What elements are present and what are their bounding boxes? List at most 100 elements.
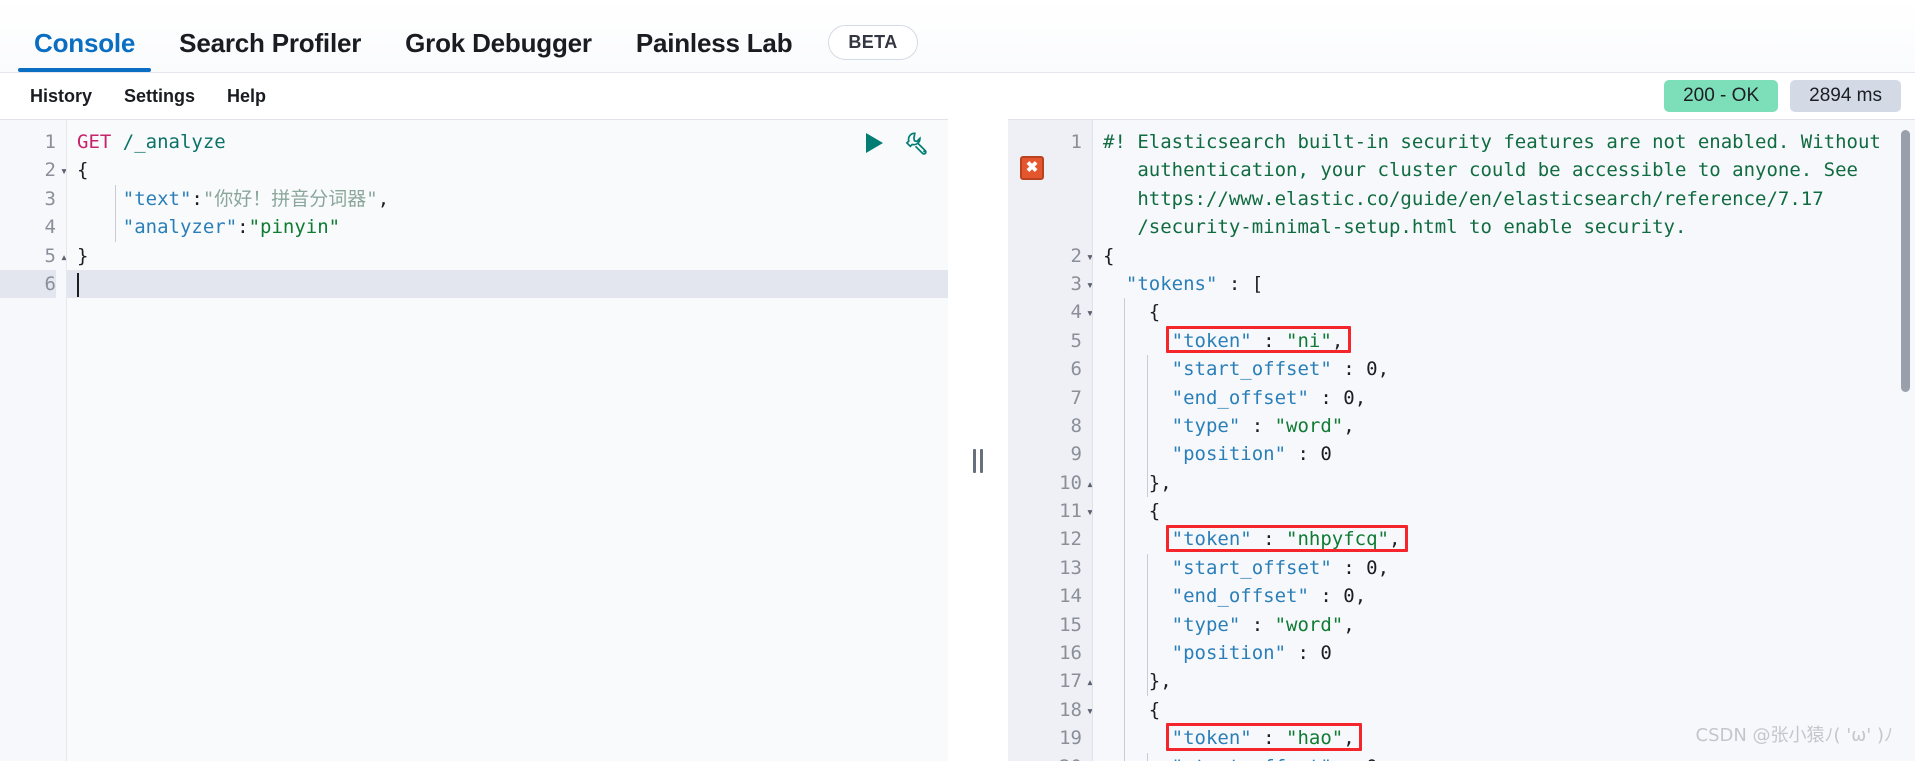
line-number [1008, 156, 1082, 184]
line-number: 4 [44, 216, 56, 239]
response-pane[interactable]: ✖12▾3▾4▾5678910▴11▾121314151617▴18▾19202… [1008, 119, 1915, 761]
response-code-line: "token" : "ni", [1171, 329, 1344, 352]
line-number: 10 ▴ [1008, 469, 1094, 497]
line-number: 9 [1070, 443, 1082, 466]
response-code-wrap: ✖12▾3▾4▾5678910▴11▾121314151617▴18▾19202… [1008, 120, 1915, 761]
response-code-line: "start_offset" : 0, [1171, 556, 1390, 579]
line-number: 6 [0, 269, 56, 299]
subnav-item-settings[interactable]: Settings [108, 87, 211, 105]
response-code-line: }, [1148, 471, 1172, 494]
grip-bar-right [980, 449, 983, 473]
response-code-line: { [1148, 698, 1161, 721]
response-code-line: { [1103, 244, 1115, 267]
response-code-line: "position" : 0 [1171, 642, 1332, 665]
response-code-line: "type" : "word", [1171, 613, 1355, 636]
status-badge-code: 200 - OK [1664, 80, 1779, 112]
request-code-wrap: 1 2 ▾ 3 4 5 ▴ 6 GET /_analyze { "text":"你好！拼音分词器… [0, 120, 948, 761]
tab-search-profiler-label: Search Profiler [179, 28, 362, 58]
response-scrollbar-thumb[interactable] [1901, 130, 1910, 392]
response-code-line: "end_offset" : 0, [1171, 585, 1367, 608]
tab-painless-lab[interactable]: Painless Lab [614, 30, 815, 72]
code-line: "text":"你好！拼音分词器", [122, 187, 390, 210]
response-warning-line: https://www.elastic.co/guide/en/elastics… [1137, 187, 1824, 210]
beta-badge[interactable]: BETA [828, 25, 918, 60]
response-code-line: "start_offset" : 0, [1103, 753, 1915, 761]
response-code-line: "token" : "nhpyfcq", [1171, 528, 1401, 551]
line-number: 3 ▾ [1008, 270, 1094, 298]
response-code-line: "tokens" : [ [1125, 272, 1264, 295]
tab-console[interactable]: Console [12, 30, 157, 72]
editor-actions [860, 130, 930, 156]
pane-splitter[interactable] [948, 119, 1008, 761]
line-number: 14 [1059, 585, 1082, 608]
line-number: 1 [1070, 131, 1082, 153]
wrench-icon[interactable] [904, 130, 930, 156]
response-code-line: "type" : "word", [1171, 414, 1355, 437]
line-number [1008, 213, 1082, 241]
response-warning-line: /security-minimal-setup.html to enable s… [1137, 216, 1687, 239]
line-number: 11 ▾ [1008, 497, 1094, 525]
status-group: 200 - OK 2894 ms [1664, 80, 1901, 112]
line-number: 19 [1059, 727, 1082, 750]
response-code-line: "end_offset" : 0, [1171, 386, 1367, 409]
tab-grok-debugger-label: Grok Debugger [405, 28, 592, 58]
code-line: "analyzer":"pinyin" [122, 216, 341, 239]
response-code-line: "start_offset" : 0, [1171, 358, 1390, 381]
line-number: 2 ▾ [0, 156, 68, 184]
line-number: 12 [1059, 528, 1082, 551]
line-number: 1 [44, 131, 56, 153]
request-line-gutter: 1 2 ▾ 3 4 5 ▴ 6 [0, 120, 68, 761]
console-page: Console Search Profiler Grok Debugger Pa… [0, 0, 1915, 761]
request-editor-pane[interactable]: 1 2 ▾ 3 4 5 ▴ 6 GET /_analyze { "text":"你好！拼音分词器… [0, 119, 948, 761]
subnav-item-help[interactable]: Help [211, 87, 282, 105]
line-number: 15 [1059, 613, 1082, 636]
line-number: 7 [1070, 386, 1082, 409]
line-number: 20 [1008, 753, 1082, 761]
line-number: 5 ▴ [0, 242, 68, 270]
tab-search-profiler[interactable]: Search Profiler [157, 30, 383, 72]
response-line-gutter: ✖12▾3▾4▾5678910▴11▾121314151617▴18▾19202… [1008, 120, 1094, 761]
indent-guide [1147, 554, 1148, 696]
indent-guide [1124, 298, 1125, 761]
response-code-area[interactable]: #! Elasticsearch built-in security featu… [1092, 120, 1915, 761]
text-caret [77, 273, 79, 297]
response-code-line: { [1148, 500, 1161, 523]
subnav-item-history[interactable]: History [14, 87, 108, 105]
sub-nav-bar: History Settings Help 200 - OK 2894 ms [0, 73, 1915, 119]
response-code-line: }, [1148, 670, 1172, 693]
tab-grok-debugger[interactable]: Grok Debugger [383, 30, 614, 72]
request-code-area[interactable]: GET /_analyze { "text":"你好！拼音分词器", "analy… [66, 120, 948, 761]
splitter-grip-icon[interactable] [973, 449, 983, 473]
line-number [1008, 185, 1082, 213]
response-code-line: { [1148, 301, 1161, 324]
tab-painless-lab-label: Painless Lab [635, 28, 793, 58]
line-number: 2 ▾ [1008, 242, 1094, 270]
code-line: } [77, 244, 89, 267]
line-number: 5 [1070, 329, 1082, 352]
line-number: 4 ▾ [1008, 298, 1094, 326]
response-scrollbar[interactable] [1899, 124, 1912, 715]
line-number: 18 ▾ [1008, 696, 1094, 724]
indent-guide [115, 184, 116, 242]
code-line: { [77, 159, 89, 182]
line-number: 16 [1059, 642, 1082, 665]
line-number: 17 ▴ [1008, 667, 1094, 695]
line-number: 3 [44, 187, 56, 210]
response-code-line: "position" : 0 [1171, 443, 1332, 466]
line-number: 8 [1070, 414, 1082, 437]
status-badge-time: 2894 ms [1790, 80, 1901, 112]
indent-guide [1147, 355, 1148, 498]
active-line-highlight [67, 270, 948, 299]
line-number: 13 [1059, 556, 1082, 579]
response-warning-line: #! Elasticsearch built-in security featu… [1103, 131, 1881, 153]
grip-bar-left [973, 449, 976, 473]
play-icon[interactable] [860, 130, 886, 156]
watermark: CSDN @张小猿ﾉ( 'ω' )ﾉ [1695, 725, 1894, 746]
code-line: GET /_analyze [77, 131, 226, 153]
line-number: 6 [1070, 358, 1082, 381]
top-tab-bar: Console Search Profiler Grok Debugger Pa… [0, 0, 1915, 73]
response-warning-line: authentication, your cluster could be ac… [1137, 159, 1858, 182]
console-split-area: 1 2 ▾ 3 4 5 ▴ 6 GET /_analyze{ "text":"你好！拼音分词器… [0, 119, 1915, 761]
indent-guide [1147, 752, 1148, 761]
tab-console-label: Console [34, 28, 136, 58]
